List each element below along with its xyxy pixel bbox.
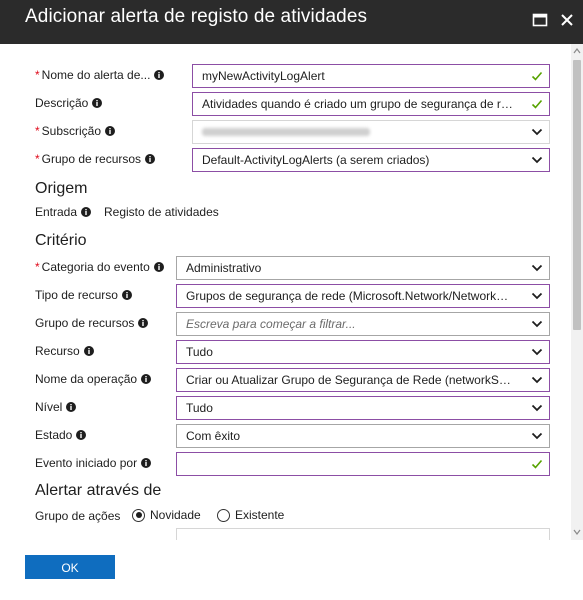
chevron-down-icon bbox=[531, 348, 543, 356]
resource-label: Recurso bbox=[35, 344, 94, 358]
event-initiated-by-row: Evento iniciado por bbox=[0, 452, 570, 476]
radio-unselected-icon[interactable] bbox=[217, 508, 230, 522]
chevron-down-icon bbox=[531, 128, 543, 136]
footer: OK bbox=[0, 540, 583, 600]
resource-dropdown[interactable]: Tudo bbox=[176, 340, 550, 364]
alert-name-row: * Nome do alerta de... myNewActivityLogAl… bbox=[0, 64, 570, 88]
alert-via-heading: Alertar através de bbox=[35, 482, 162, 499]
info-icon bbox=[81, 207, 92, 217]
info-icon bbox=[76, 430, 87, 440]
info-icon bbox=[138, 318, 149, 328]
event-category-label: * Categoria do evento bbox=[35, 260, 164, 274]
vertical-scrollbar[interactable] bbox=[571, 44, 583, 540]
resource-type-label: Tipo de recurso bbox=[35, 288, 132, 302]
radio-new[interactable]: Novidade bbox=[132, 508, 201, 522]
subscription-label: * Subscrição bbox=[35, 124, 116, 138]
resource-group-row: Grupo de recursos Escreva para começar a… bbox=[0, 312, 570, 336]
resource-type-dropdown[interactable]: Grupos de segurança de rede (Microsoft.N… bbox=[176, 284, 550, 308]
info-icon bbox=[66, 402, 77, 412]
resource-row: Recurso Tudo bbox=[0, 340, 570, 364]
event-category-row: * Categoria do evento Administrativo bbox=[0, 256, 570, 280]
info-icon bbox=[83, 346, 94, 356]
event-category-dropdown[interactable]: Administrativo bbox=[176, 256, 550, 280]
info-icon bbox=[92, 98, 103, 108]
check-icon bbox=[531, 459, 543, 469]
check-icon bbox=[531, 71, 543, 81]
operation-name-dropdown[interactable]: Criar ou Atualizar Grupo de Segurança de… bbox=[176, 368, 550, 392]
chevron-down-icon bbox=[531, 156, 543, 164]
info-icon bbox=[141, 458, 152, 468]
radio-existing-label: Existente bbox=[235, 508, 285, 522]
info-icon bbox=[145, 154, 156, 164]
subscription-row: * Subscrição bbox=[0, 120, 570, 144]
action-group-field-partial[interactable] bbox=[176, 528, 550, 540]
alert-name-label: * Nome do alerta de... bbox=[35, 68, 165, 82]
status-label: Estado bbox=[35, 428, 87, 442]
ok-button[interactable]: OK bbox=[25, 555, 115, 579]
description-label: Descrição bbox=[35, 96, 103, 110]
resource-group-top-dropdown[interactable]: Default-ActivityLogAlerts (a serem criad… bbox=[192, 148, 550, 172]
info-icon bbox=[105, 126, 116, 136]
origin-heading: Origem bbox=[35, 180, 88, 197]
event-initiated-by-label: Evento iniciado por bbox=[35, 456, 152, 470]
check-icon bbox=[531, 99, 543, 109]
resource-group-label: Grupo de recursos bbox=[35, 316, 149, 330]
status-dropdown[interactable]: Com êxito bbox=[176, 424, 550, 448]
entry-label: Entrada bbox=[35, 205, 92, 219]
radio-new-label: Novidade bbox=[150, 508, 201, 522]
chevron-down-icon bbox=[531, 376, 543, 384]
required-marker: * bbox=[35, 124, 40, 138]
resource-group-top-label: * Grupo de recursos bbox=[35, 152, 156, 166]
window-title: Adicionar alerta de registo de atividade… bbox=[25, 6, 368, 27]
event-initiated-by-input[interactable] bbox=[176, 452, 550, 476]
level-row: Nível Tudo bbox=[0, 396, 570, 420]
chevron-down-icon bbox=[531, 432, 543, 440]
entry-value: Registo de atividades bbox=[104, 205, 219, 219]
info-icon bbox=[153, 262, 164, 272]
resource-type-row: Tipo de recurso Grupos de segurança de r… bbox=[0, 284, 570, 308]
alert-name-input[interactable]: myNewActivityLogAlert bbox=[192, 64, 550, 88]
resource-group-top-row: * Grupo de recursos Default-ActivityLogAl… bbox=[0, 148, 570, 172]
title-bar: Adicionar alerta de registo de atividade… bbox=[0, 0, 583, 44]
info-icon bbox=[121, 290, 132, 300]
required-marker: * bbox=[35, 152, 40, 166]
scrollbar-thumb[interactable] bbox=[573, 60, 581, 330]
required-marker: * bbox=[35, 260, 40, 274]
redacted-subscription-value bbox=[202, 128, 370, 136]
radio-existing[interactable]: Existente bbox=[217, 508, 284, 522]
description-row: Descrição Atividades quando é criado um … bbox=[0, 92, 570, 116]
action-group-label: Grupo de ações bbox=[35, 509, 121, 523]
chevron-down-icon bbox=[531, 264, 543, 272]
radio-selected-icon[interactable] bbox=[132, 508, 145, 522]
scroll-up-icon[interactable] bbox=[573, 47, 581, 55]
chevron-down-icon bbox=[531, 404, 543, 412]
criteria-heading: Critério bbox=[35, 232, 87, 249]
level-dropdown[interactable]: Tudo bbox=[176, 396, 550, 420]
status-row: Estado Com êxito bbox=[0, 424, 570, 448]
close-icon[interactable] bbox=[559, 12, 575, 28]
required-marker: * bbox=[35, 68, 40, 82]
operation-name-label: Nome da operação bbox=[35, 372, 152, 386]
chevron-down-icon bbox=[531, 320, 543, 328]
maximize-icon[interactable] bbox=[532, 12, 548, 28]
description-input[interactable]: Atividades quando é criado um grupo de s… bbox=[192, 92, 550, 116]
scroll-down-icon[interactable] bbox=[573, 528, 581, 536]
info-icon bbox=[141, 374, 152, 384]
subscription-dropdown[interactable] bbox=[192, 120, 550, 144]
level-label: Nível bbox=[35, 400, 77, 414]
info-icon bbox=[154, 70, 165, 80]
chevron-down-icon bbox=[531, 292, 543, 300]
resource-group-filter-dropdown[interactable]: Escreva para começar a filtrar... bbox=[176, 312, 550, 336]
operation-name-row: Nome da operação Criar ou Atualizar Grup… bbox=[0, 368, 570, 392]
